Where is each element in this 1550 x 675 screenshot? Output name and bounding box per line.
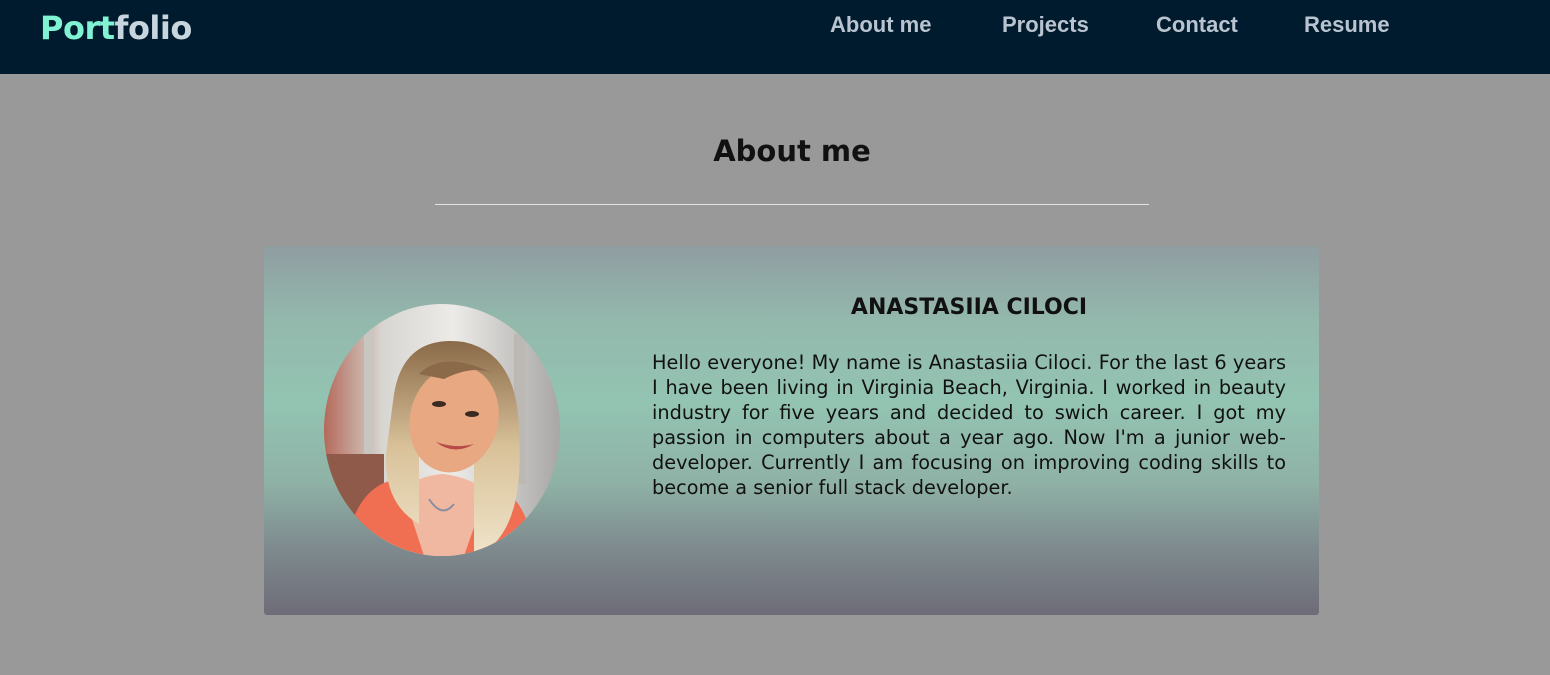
profile-card: ANASTASIIA CILOCI Hello everyone! My nam… (264, 246, 1319, 615)
logo[interactable]: Portfolio (40, 8, 192, 48)
nav-link-contact[interactable]: Contact (1156, 10, 1238, 40)
profile-name: ANASTASIIA CILOCI (850, 295, 1088, 320)
profile-bio: Hello everyone! My name is Anastasiia Ci… (652, 351, 1286, 499)
nav-link-resume[interactable]: Resume (1304, 10, 1390, 40)
nav-link-about-me[interactable]: About me (830, 10, 931, 40)
logo-part-1: Port (40, 9, 115, 47)
logo-part-2: folio (114, 9, 193, 47)
title-divider (435, 204, 1149, 205)
avatar (324, 304, 560, 556)
profile-photo (324, 304, 560, 556)
page-title: About me (713, 134, 871, 168)
nav-link-projects[interactable]: Projects (1002, 10, 1089, 40)
top-navbar: Portfolio About me Projects Contact Resu… (0, 0, 1550, 74)
